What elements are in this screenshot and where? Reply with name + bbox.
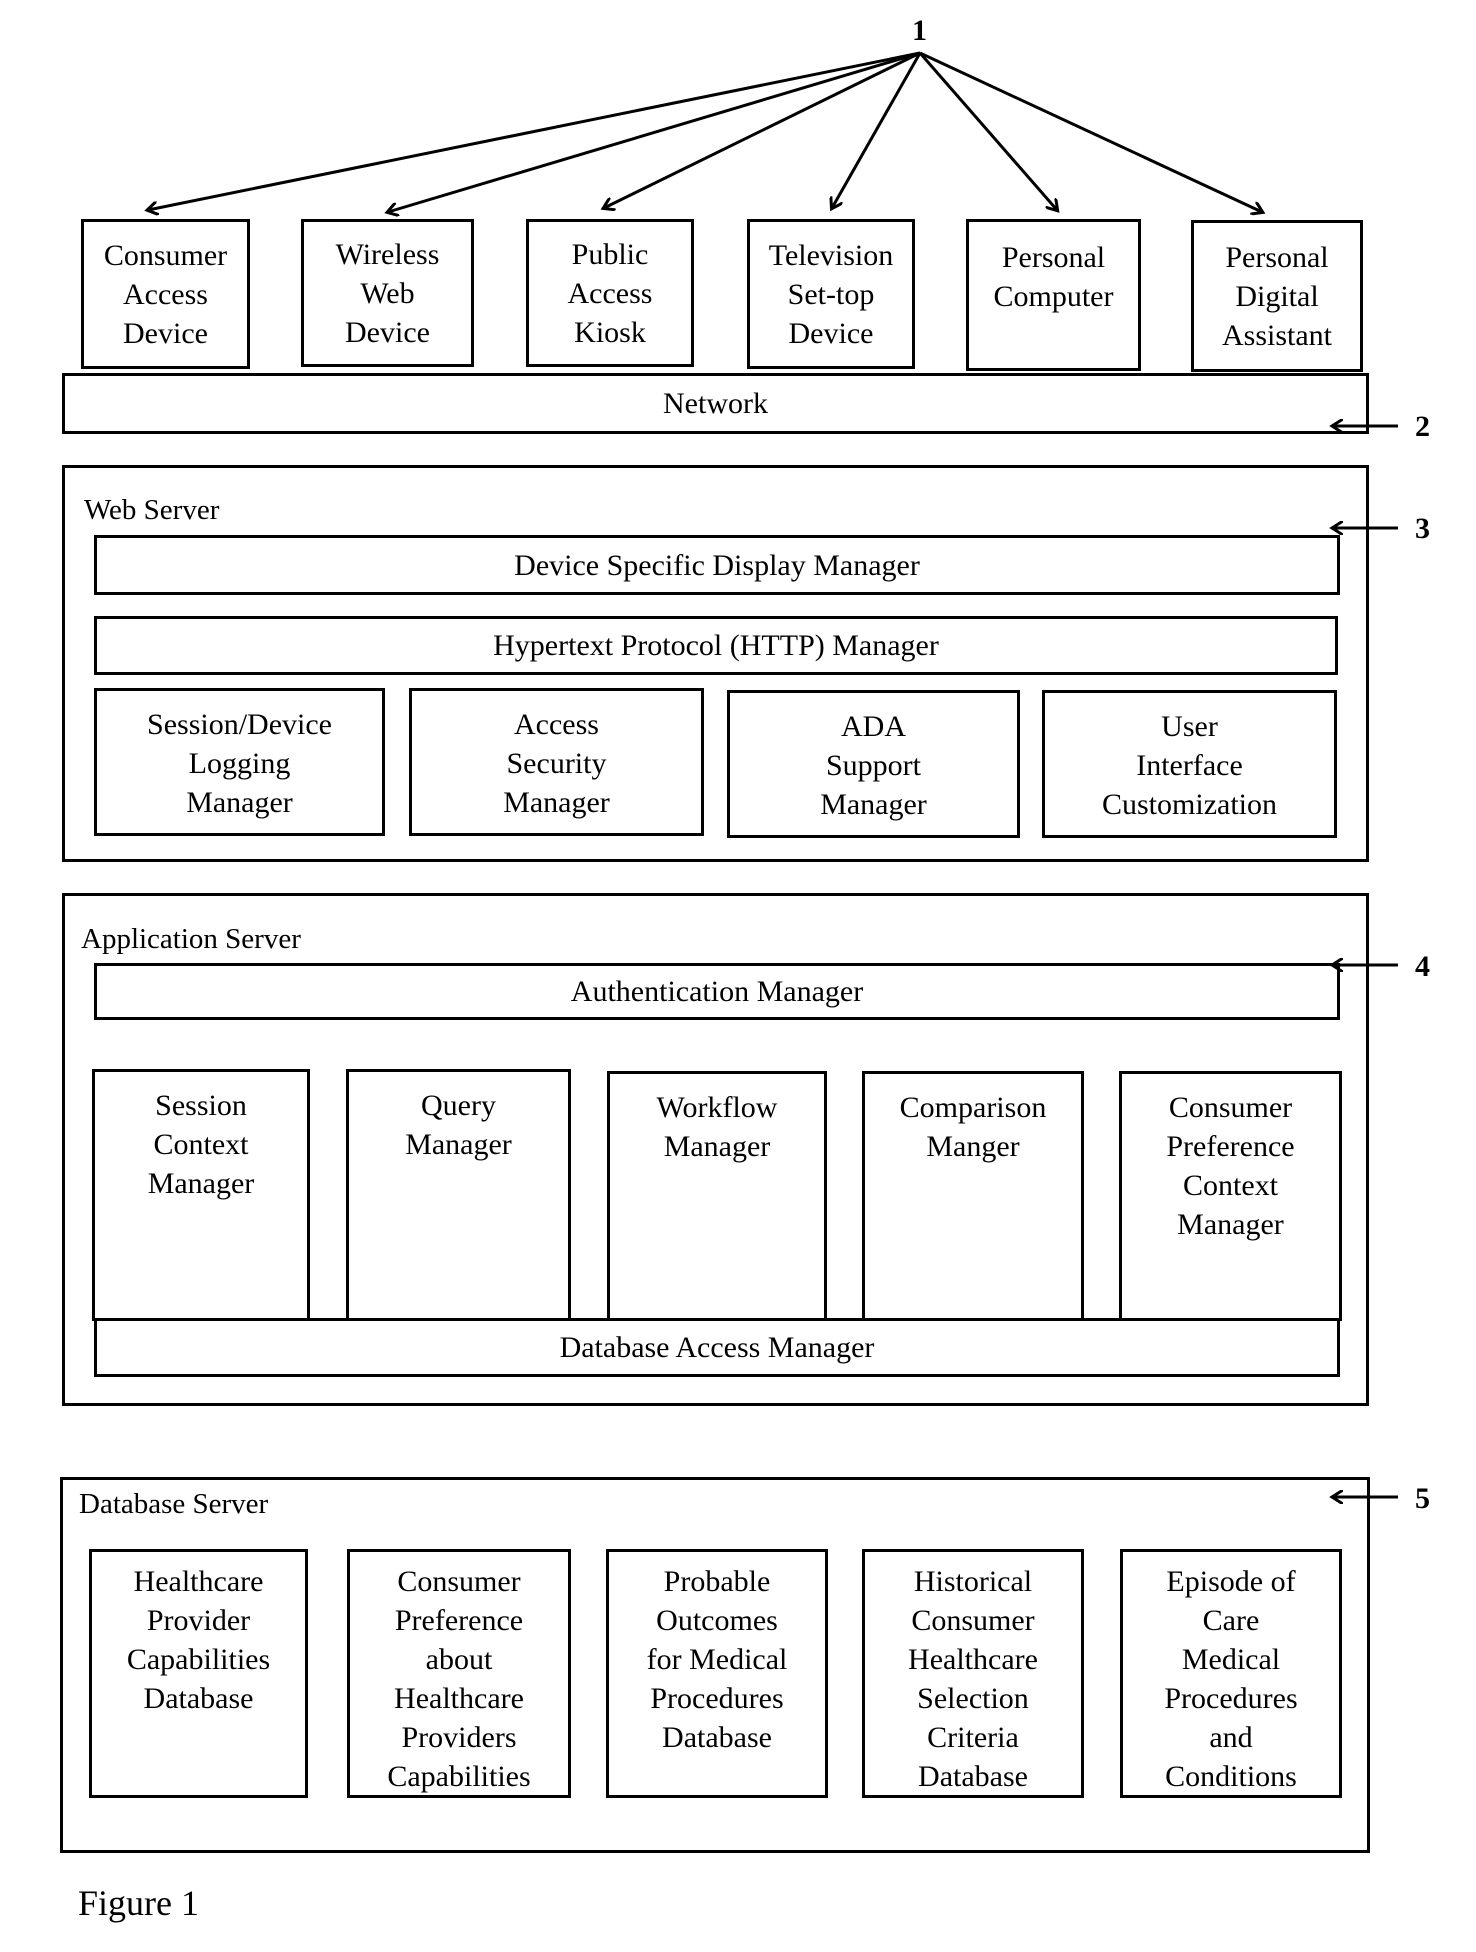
device-label: Consumer Access Device bbox=[103, 238, 228, 350]
device-personal-digital-assistant: Personal Digital Assistant bbox=[1191, 220, 1363, 372]
workflow-manager: Workflow Manager bbox=[607, 1071, 827, 1321]
database-access-manager: Database Access Manager bbox=[94, 1318, 1340, 1377]
database-label: Consumer Preference about Healthcare Pro… bbox=[387, 1565, 531, 1793]
network-label: Network bbox=[663, 387, 768, 420]
module-label: Comparison Manger bbox=[899, 1091, 1047, 1163]
db-probable-outcomes: Probable Outcomes for Medical Procedures… bbox=[606, 1549, 828, 1798]
device-television-set-top: Television Set-top Device bbox=[747, 219, 915, 369]
ref-numeral-3: 3 bbox=[1415, 512, 1430, 545]
ref-numeral-1: 1 bbox=[912, 14, 927, 47]
bar-label: Authentication Manager bbox=[570, 975, 864, 1008]
comparison-manager: Comparison Manger bbox=[862, 1071, 1084, 1321]
module-label: User Interface Customization bbox=[1102, 710, 1277, 821]
authentication-manager: Authentication Manager bbox=[94, 963, 1340, 1020]
arrow-to-wireless-web-device bbox=[388, 51, 921, 212]
arrow-to-pda bbox=[919, 51, 1262, 212]
database-label: Probable Outcomes for Medical Procedures… bbox=[646, 1565, 788, 1754]
arrow-to-consumer-access-device bbox=[148, 51, 921, 210]
database-server-title: Database Server bbox=[79, 1488, 269, 1520]
db-historical-consumer-selection: Historical Consumer Healthcare Selection… bbox=[862, 1549, 1084, 1798]
device-label: Personal Digital Assistant bbox=[1221, 240, 1332, 352]
database-label: Episode of Care Medical Procedures and C… bbox=[1164, 1565, 1298, 1793]
module-label: ADA Support Manager bbox=[820, 710, 927, 821]
device-consumer-access-device: Consumer Access Device bbox=[81, 219, 250, 369]
database-label: Healthcare Provider Capabilities Databas… bbox=[126, 1565, 271, 1715]
ref-numeral-5: 5 bbox=[1415, 1482, 1430, 1515]
device-specific-display-manager: Device Specific Display Manager bbox=[94, 535, 1340, 595]
web-server-title: Web Server bbox=[84, 494, 220, 526]
database-label: Historical Consumer Healthcare Selection… bbox=[908, 1565, 1038, 1793]
device-label: Personal Computer bbox=[993, 241, 1114, 313]
ref-numeral-4: 4 bbox=[1415, 950, 1430, 983]
device-wireless-web-device: Wireless Web Device bbox=[301, 219, 474, 367]
device-label: Television Set-top Device bbox=[768, 238, 894, 350]
arrow-to-personal-computer bbox=[918, 52, 1057, 210]
db-healthcare-provider-capabilities: Healthcare Provider Capabilities Databas… bbox=[89, 1549, 308, 1798]
consumer-preference-context-manager: Consumer Preference Context Manager bbox=[1119, 1071, 1342, 1321]
application-server-title: Application Server bbox=[81, 923, 301, 955]
device-label: Wireless Web Device bbox=[335, 237, 440, 349]
network-bar: Network bbox=[62, 373, 1369, 434]
db-consumer-preference-providers: Consumer Preference about Healthcare Pro… bbox=[347, 1549, 571, 1798]
http-manager: Hypertext Protocol (HTTP) Manager bbox=[94, 616, 1338, 675]
ada-support-manager: ADA Support Manager bbox=[727, 690, 1020, 838]
ref-numeral-2: 2 bbox=[1415, 410, 1430, 443]
query-manager: Query Manager bbox=[346, 1069, 571, 1321]
session-device-logging-manager: Session/Device Logging Manager bbox=[94, 688, 385, 836]
module-label: Consumer Preference Context Manager bbox=[1166, 1091, 1295, 1241]
device-personal-computer: Personal Computer bbox=[966, 219, 1141, 371]
module-label: Query Manager bbox=[405, 1089, 512, 1161]
module-label: Session/Device Logging Manager bbox=[147, 708, 332, 819]
figure-caption: Figure 1 bbox=[78, 1883, 199, 1923]
access-security-manager: Access Security Manager bbox=[409, 688, 704, 836]
device-label: Public Access Kiosk bbox=[567, 237, 653, 349]
device-public-access-kiosk: Public Access Kiosk bbox=[526, 219, 694, 367]
bar-label: Database Access Manager bbox=[559, 1331, 875, 1364]
db-episode-of-care: Episode of Care Medical Procedures and C… bbox=[1120, 1549, 1342, 1798]
arrow-to-public-access-kiosk bbox=[604, 51, 921, 208]
module-label: Session Context Manager bbox=[147, 1089, 255, 1200]
module-label: Workflow Manager bbox=[656, 1091, 778, 1163]
bar-label: Hypertext Protocol (HTTP) Manager bbox=[493, 629, 939, 662]
session-context-manager: Session Context Manager bbox=[92, 1069, 310, 1321]
bar-label: Device Specific Display Manager bbox=[514, 548, 920, 582]
module-label: Access Security Manager bbox=[503, 708, 610, 819]
user-interface-customization: User Interface Customization bbox=[1042, 690, 1337, 838]
